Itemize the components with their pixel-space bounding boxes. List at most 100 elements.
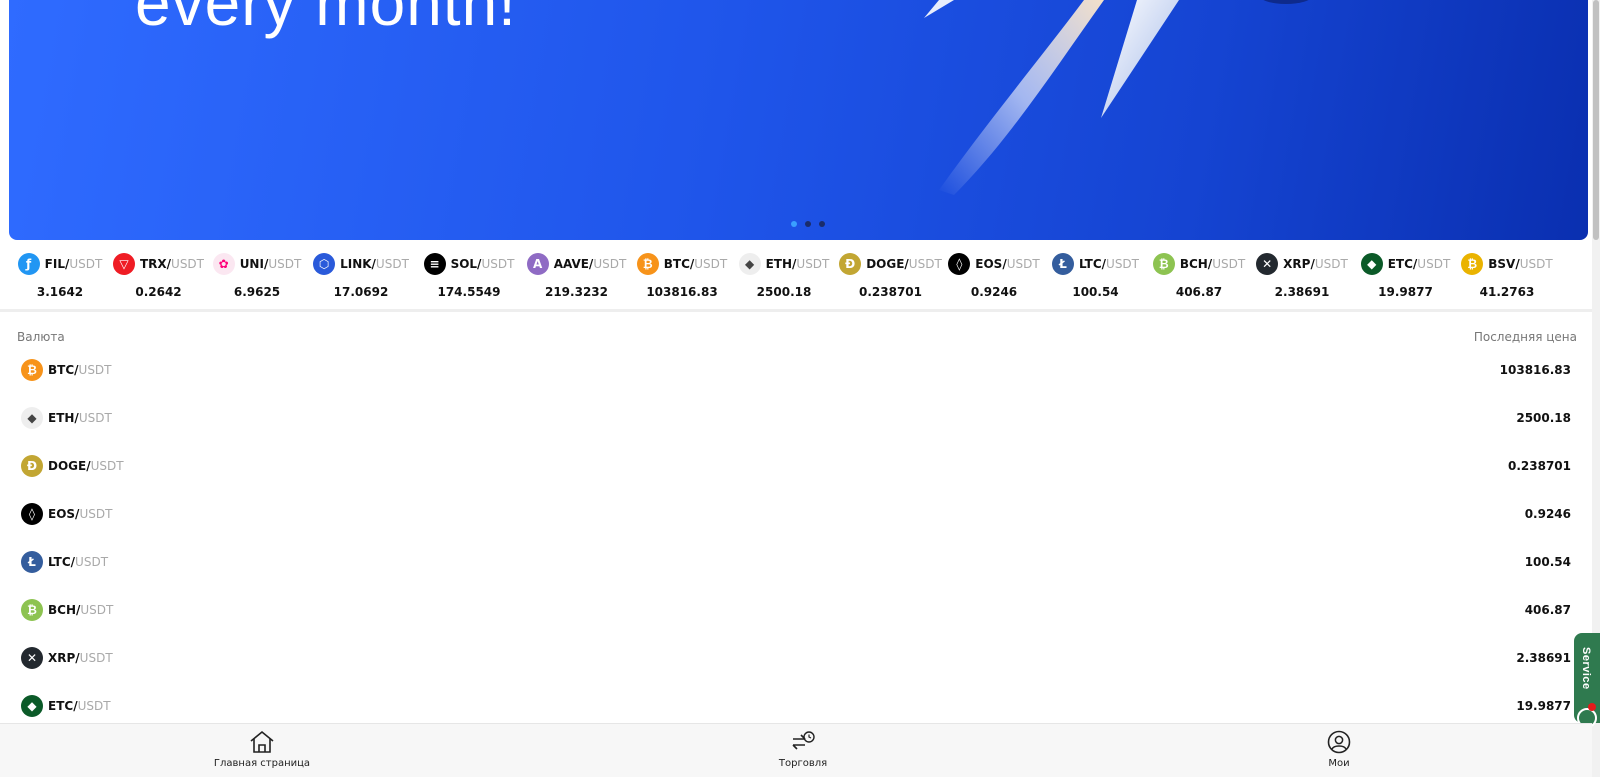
market-row[interactable]: ✕ XRP/USDT 2.38691 bbox=[21, 646, 1592, 670]
litecoin-icon: Ł bbox=[1051, 253, 1074, 275]
ticker-item[interactable]: ₿ BTC/USDT 103816.83 bbox=[632, 252, 732, 300]
carousel-dots bbox=[791, 221, 825, 227]
pair-quote: USDT bbox=[694, 257, 728, 271]
pair-base: EOS/ bbox=[48, 507, 80, 521]
bitcoin-cash-icon: ₿ bbox=[21, 599, 43, 621]
ticker-item[interactable]: ≡ SOL/USDT 174.5549 bbox=[417, 252, 521, 300]
market-pair: ETC/USDT bbox=[48, 699, 111, 713]
ticker-pair: Ð DOGE/USDT bbox=[839, 252, 942, 276]
eos-icon: ◊ bbox=[948, 253, 971, 275]
pair-base: BTC/ bbox=[663, 257, 695, 271]
market-row[interactable]: ◊ EOS/USDT 0.9246 bbox=[21, 502, 1592, 526]
ticker-pair: ◆ ETH/USDT bbox=[738, 252, 829, 276]
market-pair: LTC/USDT bbox=[48, 555, 108, 569]
pair-quote: USDT bbox=[593, 257, 627, 271]
ticker-pair: ₿ BCH/USDT bbox=[1152, 252, 1246, 276]
ticker-item[interactable]: ✿ UNI/USDT 6.9625 bbox=[209, 252, 305, 300]
pair-base: ETH/ bbox=[765, 257, 797, 271]
ticker-pair: ⬡ LINK/USDT bbox=[313, 252, 409, 276]
ticker-item[interactable]: ◆ ETC/USDT 19.9877 bbox=[1354, 252, 1457, 300]
market-row[interactable]: ◆ ETC/USDT 19.9877 bbox=[21, 694, 1592, 718]
market-pair: BCH/USDT bbox=[48, 603, 113, 617]
ticker-item[interactable]: Ð DOGE/USDT 0.238701 bbox=[836, 252, 945, 300]
pair-quote: USDT bbox=[375, 257, 409, 271]
ticker-pair: ✕ XRP/USDT bbox=[1256, 252, 1348, 276]
ticker-pair: ◊ EOS/USDT bbox=[948, 252, 1040, 276]
ticker-strip: ƒ FIL/USDT 3.1642 ▽ TRX/USDT 0.2642 ✿ UNI/USDT 6… bbox=[12, 252, 1592, 300]
market-row[interactable]: Ł LTC/USDT 100.54 bbox=[21, 550, 1592, 574]
aave-icon: A bbox=[526, 253, 549, 275]
nav-home[interactable]: Главная страница bbox=[202, 730, 322, 769]
ticker-price: 0.9246 bbox=[970, 285, 1018, 299]
pair-quote: USDT bbox=[75, 555, 109, 569]
pair-base: LTC/ bbox=[1078, 257, 1107, 271]
nav-mine[interactable]: Мои bbox=[1279, 730, 1399, 769]
chainlink-icon: ⬡ bbox=[313, 253, 336, 275]
ticker-item[interactable]: ₿ BSV/USDT 41.2763 bbox=[1457, 252, 1557, 300]
pair-quote: USDT bbox=[1212, 257, 1246, 271]
pair-quote: USDT bbox=[77, 699, 111, 713]
last-price: 100.54 bbox=[1524, 555, 1571, 569]
ticker-pair: A AAVE/USDT bbox=[526, 252, 627, 276]
column-currency: Валюта bbox=[17, 330, 65, 344]
market-row[interactable]: ₿ BCH/USDT 406.87 bbox=[21, 598, 1592, 622]
banner-headline: every month! bbox=[135, 0, 517, 39]
nav-trade[interactable]: Торговля bbox=[743, 730, 863, 769]
promo-banner[interactable]: every month! bbox=[9, 0, 1588, 240]
pair-quote: USDT bbox=[1417, 257, 1451, 271]
carousel-dot[interactable] bbox=[819, 221, 825, 227]
pair-quote: USDT bbox=[78, 411, 112, 425]
ticker-item[interactable]: ⬡ LINK/USDT 17.0692 bbox=[305, 252, 417, 300]
pair-base: BCH/ bbox=[1179, 257, 1213, 271]
ticker-price: 41.2763 bbox=[1479, 285, 1535, 299]
pair-quote: USDT bbox=[268, 257, 302, 271]
market-row[interactable]: ₿ BTC/USDT 103816.83 bbox=[21, 358, 1592, 382]
last-price: 0.9246 bbox=[1524, 507, 1571, 521]
pair-quote: USDT bbox=[171, 257, 205, 271]
ethereum-classic-icon: ◆ bbox=[1360, 253, 1383, 275]
ticker-price: 0.238701 bbox=[858, 285, 922, 299]
ticker-item[interactable]: ◊ EOS/USDT 0.9246 bbox=[945, 252, 1043, 300]
pair-base: EOS/ bbox=[975, 257, 1007, 271]
solana-icon: ≡ bbox=[423, 253, 446, 275]
carousel-dot[interactable] bbox=[791, 221, 797, 227]
ticker-pair: ≡ SOL/USDT bbox=[423, 252, 514, 276]
ticker-pair: ◆ ETC/USDT bbox=[1360, 252, 1451, 276]
ticker-item[interactable]: ✕ XRP/USDT 2.38691 bbox=[1250, 252, 1354, 300]
service-widget[interactable]: Service bbox=[1574, 633, 1600, 728]
pair-base: ETH/ bbox=[48, 411, 79, 425]
ticker-pair: ₿ BSV/USDT bbox=[1461, 252, 1553, 276]
bottom-nav: Главная страница Торговля Мои bbox=[0, 723, 1592, 777]
nav-trade-label: Торговля bbox=[778, 758, 828, 769]
ticker-pair: ✿ UNI/USDT bbox=[212, 252, 302, 276]
pair-base: BSV/ bbox=[1488, 257, 1520, 271]
ticker-item[interactable]: A AAVE/USDT 219.3232 bbox=[521, 252, 632, 300]
litecoin-icon: Ł bbox=[21, 551, 43, 573]
ticker-item[interactable]: ƒ FIL/USDT 3.1642 bbox=[12, 252, 108, 300]
ticker-price: 0.2642 bbox=[135, 285, 182, 299]
nav-home-label: Главная страница bbox=[213, 758, 311, 769]
market-row[interactable]: Ð DOGE/USDT 0.238701 bbox=[21, 454, 1592, 478]
ticker-item[interactable]: ◆ ETH/USDT 2500.18 bbox=[732, 252, 836, 300]
pair-base: LTC/ bbox=[48, 555, 76, 569]
last-price: 103816.83 bbox=[1499, 363, 1571, 377]
pair-base: AAVE/ bbox=[553, 257, 594, 271]
bitcoin-icon: ₿ bbox=[21, 359, 43, 381]
pair-quote: USDT bbox=[69, 257, 103, 271]
pair-quote: USDT bbox=[79, 507, 113, 521]
bitcoin-cash-icon: ₿ bbox=[1152, 253, 1175, 275]
pair-quote: USDT bbox=[1314, 257, 1348, 271]
ethereum-icon: ◆ bbox=[21, 407, 43, 429]
xrp-icon: ✕ bbox=[1256, 253, 1279, 275]
market-row[interactable]: ◆ ETH/USDT 2500.18 bbox=[21, 406, 1592, 430]
market-pair: XRP/USDT bbox=[48, 651, 113, 665]
ticker-price: 19.9877 bbox=[1378, 285, 1433, 299]
ticker-item[interactable]: ₿ BCH/USDT 406.87 bbox=[1148, 252, 1250, 300]
market-pair: ETH/USDT bbox=[48, 411, 112, 425]
uniswap-icon: ✿ bbox=[212, 253, 235, 275]
pair-quote: USDT bbox=[908, 257, 942, 271]
carousel-dot[interactable] bbox=[805, 221, 811, 227]
scrollbar-thumb[interactable] bbox=[1593, 0, 1599, 240]
ticker-item[interactable]: ▽ TRX/USDT 0.2642 bbox=[108, 252, 209, 300]
ticker-item[interactable]: Ł LTC/USDT 100.54 bbox=[1043, 252, 1148, 300]
